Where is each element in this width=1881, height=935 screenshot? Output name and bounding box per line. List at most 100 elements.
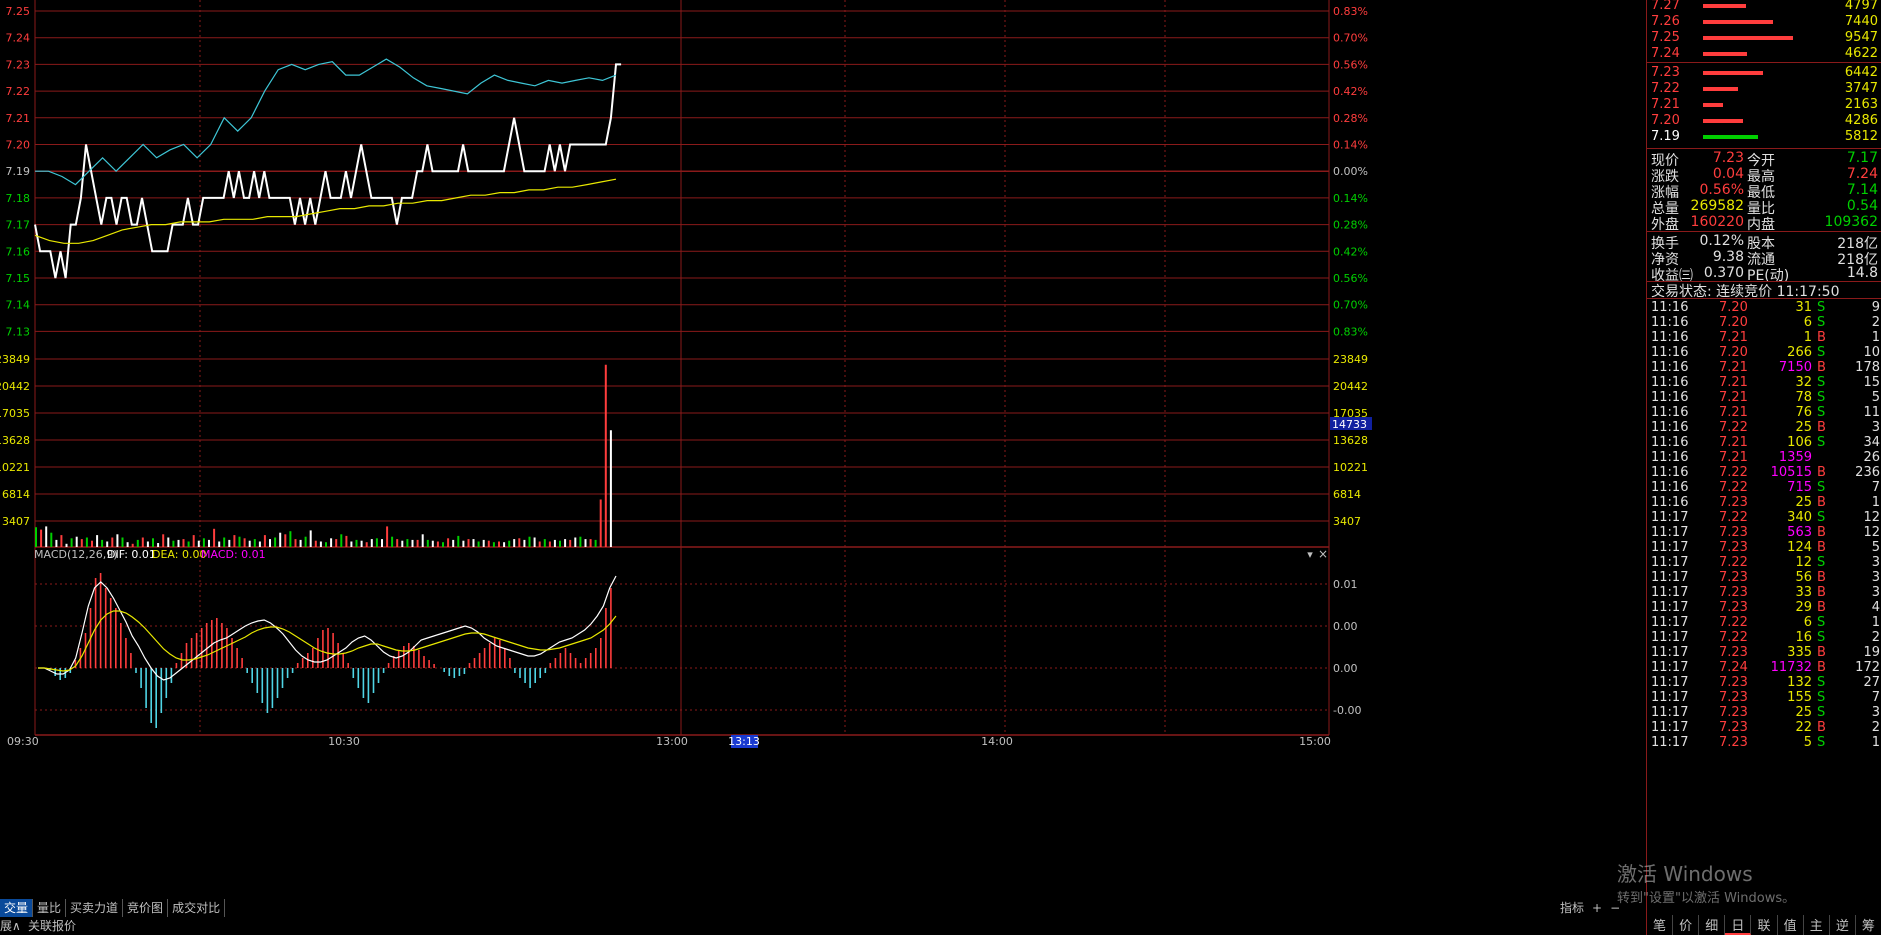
trade-side: B: [1817, 465, 1826, 480]
trade-price: 7.20: [1719, 345, 1748, 360]
tab-2[interactable]: 买卖力道: [66, 899, 124, 917]
trade-price: 7.22: [1719, 615, 1748, 630]
trade-time: 11:16: [1651, 405, 1689, 420]
trade-price: 7.23: [1719, 495, 1748, 510]
sidebar-tabs[interactable]: 笔价细日联值主逆筹: [1647, 915, 1881, 935]
expand-toggle[interactable]: 展∧: [0, 917, 21, 935]
trade-row[interactable]: 11:17 7.23 5 S 1: [1647, 734, 1881, 752]
volume-tick-label: 6814: [2, 488, 30, 501]
zoom-out-button[interactable]: −: [1610, 899, 1620, 917]
buy-volume-bar: [1703, 119, 1743, 123]
indicator-controls: 指标 + −: [1560, 899, 1620, 917]
sidebar-tab-1[interactable]: 价: [1673, 915, 1700, 935]
buy-order-row[interactable]: 7.19 5812: [1647, 128, 1881, 147]
price-tick-label: 7.20: [6, 139, 31, 152]
volume-tick-label-right: 23849: [1333, 353, 1368, 366]
volume-tick-label: 20442: [0, 380, 30, 393]
buy-volume-bar: [1703, 103, 1723, 107]
sidebar-tab-2[interactable]: 细: [1699, 915, 1726, 935]
trade-side: S: [1817, 555, 1826, 570]
volume-tick-label: 13628: [0, 434, 30, 447]
trade-count: 3: [1871, 555, 1880, 570]
order-book-divider: [1647, 148, 1881, 149]
trade-side: S: [1817, 705, 1826, 720]
price-tick-label: 7.18: [6, 192, 31, 205]
volume-cursor-value: 14733: [1332, 418, 1367, 431]
trade-time: 11:16: [1651, 345, 1689, 360]
sell-volume: 4797: [1844, 0, 1878, 13]
sidebar-tab-6[interactable]: 主: [1804, 915, 1830, 935]
volume-tick-label-right: 6814: [1333, 488, 1361, 501]
pct-tick-label: 0.83%: [1333, 325, 1368, 338]
quote-sidebar: 7.27 4797 7.26 7440 7.25 9547 7.24 4622 7.23 6442…: [1646, 0, 1881, 935]
sidebar-tab-7[interactable]: 逆: [1830, 915, 1856, 935]
sidebar-tab-5[interactable]: 值: [1778, 915, 1804, 935]
trade-volume: 25: [1795, 495, 1812, 510]
sidebar-tab-8[interactable]: 筹: [1856, 915, 1881, 935]
price-tick-label: 7.23: [6, 58, 31, 71]
trade-time: 11:16: [1651, 300, 1689, 315]
price-tick-label: 7.13: [6, 325, 31, 338]
quote-value: 0.04: [1712, 166, 1744, 182]
related-quote-link[interactable]: 关联报价: [28, 917, 76, 935]
tab-0[interactable]: 交量: [0, 899, 34, 917]
tab-4[interactable]: 成交对比: [168, 899, 226, 917]
buy-volume-bar: [1703, 135, 1758, 139]
buy-volume-bar: [1703, 87, 1738, 91]
tab-1[interactable]: 量比: [33, 899, 67, 917]
pct-tick-label: 0.70%: [1333, 299, 1368, 312]
trade-price: 7.23: [1719, 705, 1748, 720]
trade-volume: 25: [1795, 420, 1812, 435]
indicator-tabs[interactable]: 交量 量比 买卖力道 竞价图 成交对比: [0, 899, 226, 917]
trade-time: 11:17: [1651, 615, 1689, 630]
trade-side: S: [1817, 405, 1826, 420]
trade-time: 11:17: [1651, 570, 1689, 585]
sidebar-tab-4[interactable]: 联: [1751, 915, 1778, 935]
volume-tick-label: 23849: [0, 353, 30, 366]
trade-side: S: [1817, 690, 1826, 705]
sell-volume-bar: [1703, 4, 1746, 8]
trade-volume: 22: [1795, 720, 1812, 735]
buy-volume: 3747: [1844, 81, 1878, 96]
trade-price: 7.21: [1719, 375, 1748, 390]
trade-count: 9: [1871, 300, 1880, 315]
macd-dea-label: DEA: 0.00: [152, 548, 206, 561]
trade-time: 11:17: [1651, 690, 1689, 705]
trade-side: B: [1817, 360, 1826, 375]
time-tick-label: 15:00: [1299, 735, 1331, 748]
trade-price: 7.23: [1719, 600, 1748, 615]
intraday-chart[interactable]: 7.25 0.83% 7.24 0.70% 7.23 0.56% 7.22 0.42% 7.21…: [0, 0, 1646, 935]
indicator-button[interactable]: 指标: [1560, 899, 1584, 917]
trade-time: 11:16: [1651, 375, 1689, 390]
zoom-in-button[interactable]: +: [1592, 899, 1602, 917]
chevron-down-icon: ▾: [1307, 548, 1313, 561]
reference-line: [35, 58, 617, 186]
price-tick-label: 7.19: [6, 165, 31, 178]
sell-volume-bar: [1703, 52, 1747, 56]
tab-3[interactable]: 竞价图: [123, 899, 169, 917]
trade-price: 7.23: [1719, 675, 1748, 690]
trade-time: 11:17: [1651, 600, 1689, 615]
sell-volume: 7440: [1844, 14, 1878, 29]
trade-side: B: [1817, 540, 1826, 555]
macd-tick-label: -0.00: [1333, 704, 1361, 717]
trade-time: 11:17: [1651, 705, 1689, 720]
trade-side: B: [1817, 585, 1826, 600]
volume-tick-label: 3407: [2, 515, 30, 528]
trade-time: 11:16: [1651, 420, 1689, 435]
sidebar-tab-0[interactable]: 笔: [1647, 915, 1674, 935]
trade-time: 11:16: [1651, 360, 1689, 375]
time-tick-label: 10:30: [328, 735, 360, 748]
trade-count: 3: [1871, 570, 1880, 585]
trade-price: 7.23: [1719, 690, 1748, 705]
sell-volume-bar: [1703, 36, 1793, 40]
trade-status: 交易状态: 连续竞价 11:17:50: [1647, 281, 1881, 300]
sidebar-tab-3[interactable]: 日: [1725, 915, 1752, 935]
trade-side: B: [1817, 570, 1826, 585]
trade-volume: 16: [1795, 630, 1812, 645]
buy-price: 7.19: [1651, 129, 1680, 144]
quote-value: 269582: [1690, 198, 1744, 214]
trade-side: S: [1817, 615, 1826, 630]
trade-volume: 29: [1795, 600, 1812, 615]
price-tick-label: 7.16: [6, 245, 31, 258]
